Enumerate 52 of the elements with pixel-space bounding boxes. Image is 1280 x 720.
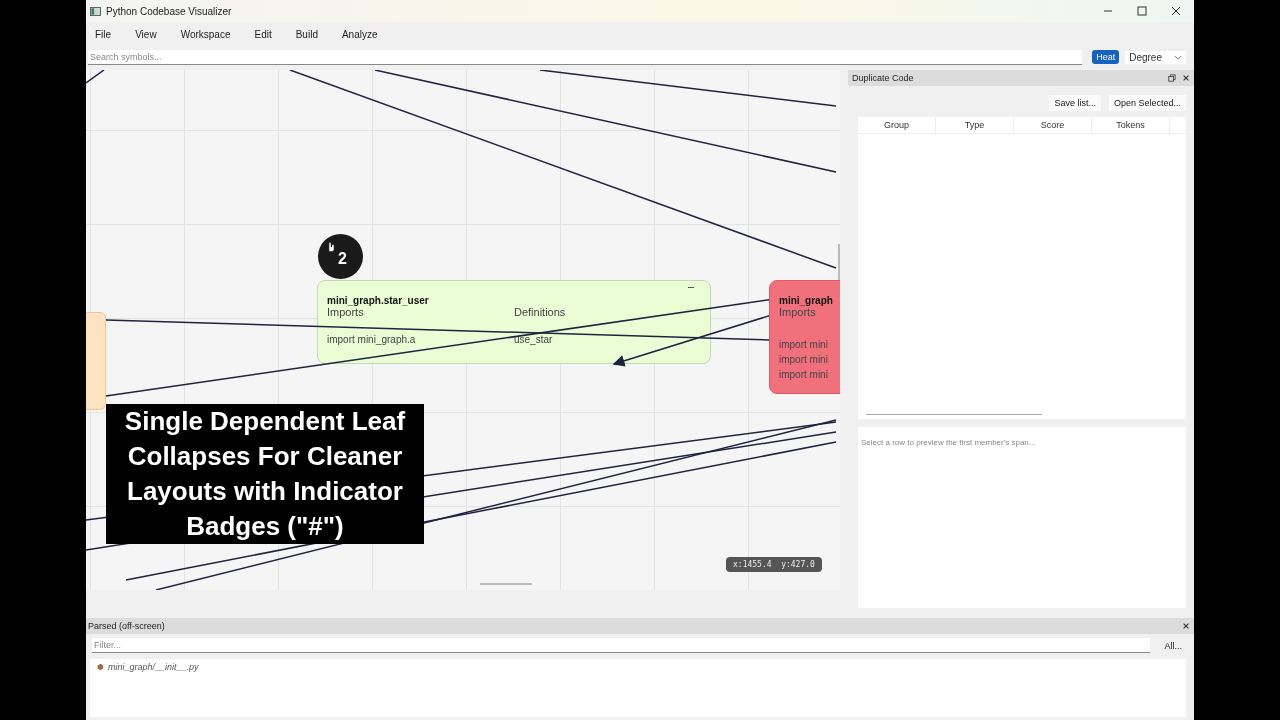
graph-canvas[interactable] [86,70,840,590]
search-field[interactable]: Search symbols... [88,49,1083,65]
column-header[interactable]: Score [1014,117,1092,133]
section-heading: Imports [779,306,817,318]
video-caption: Single Dependent Leaf Collapses For Cleaner Layouts with Indicator Badges ("#") [106,404,424,544]
module-node[interactable]: mini_graph.star_user Imports import mini_graph.a Definitions use_star [317,280,711,364]
column-header[interactable]: Tokens [1092,117,1170,133]
file-icon [96,663,104,671]
node-title: mini_graph.star_user [327,295,430,306]
node-entry: import mini [779,368,829,382]
node-entry: import mini_graph.a [327,333,417,347]
node-entry: use_star [514,333,554,347]
menu-item[interactable]: Edit [254,28,272,40]
panel-title: Duplicate Code [852,73,914,83]
float-icon[interactable] [1168,74,1176,82]
menu-item[interactable]: Workspace [180,28,231,40]
chevron-icon [1174,54,1182,60]
close-icon[interactable] [1182,622,1190,630]
preview-placeholder: Select a row to preview the first member's span... [861,438,1036,447]
duplicates-table[interactable]: Group Type Score Tokens [858,117,1186,419]
node-title: mini_graph [779,295,834,306]
edge-line [86,70,105,84]
menu-item[interactable]: Analyze [341,28,378,40]
menu-item[interactable]: File [95,28,112,40]
hand-cursor-icon [326,240,336,253]
heat-toggle[interactable]: Heat [1092,50,1120,64]
section-heading: Definitions [514,306,567,318]
column-header[interactable]: Type [936,117,1014,133]
column-header[interactable]: Group [858,117,936,133]
section-heading: Imports [327,306,365,318]
close-button[interactable] [1170,5,1182,17]
panel-button[interactable]: Save list... [1049,95,1101,111]
module-node[interactable]: mini_graph Imports import mini import mini import mini [769,280,840,394]
menu-item[interactable]: View [135,28,157,40]
menu-item[interactable]: Build [295,28,318,40]
node-entry: import mini [779,353,829,367]
maximize-button[interactable] [1136,5,1148,17]
metric-dropdown[interactable]: Degree [1125,50,1186,64]
file-name[interactable]: mini_graph/__init__.py [108,662,199,672]
scrollbar-thumb[interactable] [480,583,532,585]
node-entry: import mini [779,338,829,352]
coordinates-label: x:1455.4 y:427.0 [726,557,822,572]
close-icon[interactable] [1182,74,1190,82]
scrollbar-thumb[interactable] [838,244,840,280]
panel-title: Parsed (off-screen) [88,621,165,631]
preview-field[interactable]: Select a row to preview the first member's span... [858,427,1186,608]
count-badge: 2 [318,234,363,279]
scrollbar-thumb[interactable] [866,414,1042,415]
filter-field[interactable]: Filter... [92,638,1151,653]
app-icon [90,6,101,16]
window-title: Python Codebase Visualizer [106,5,232,17]
panel-button[interactable]: Open Selected... [1108,95,1186,111]
